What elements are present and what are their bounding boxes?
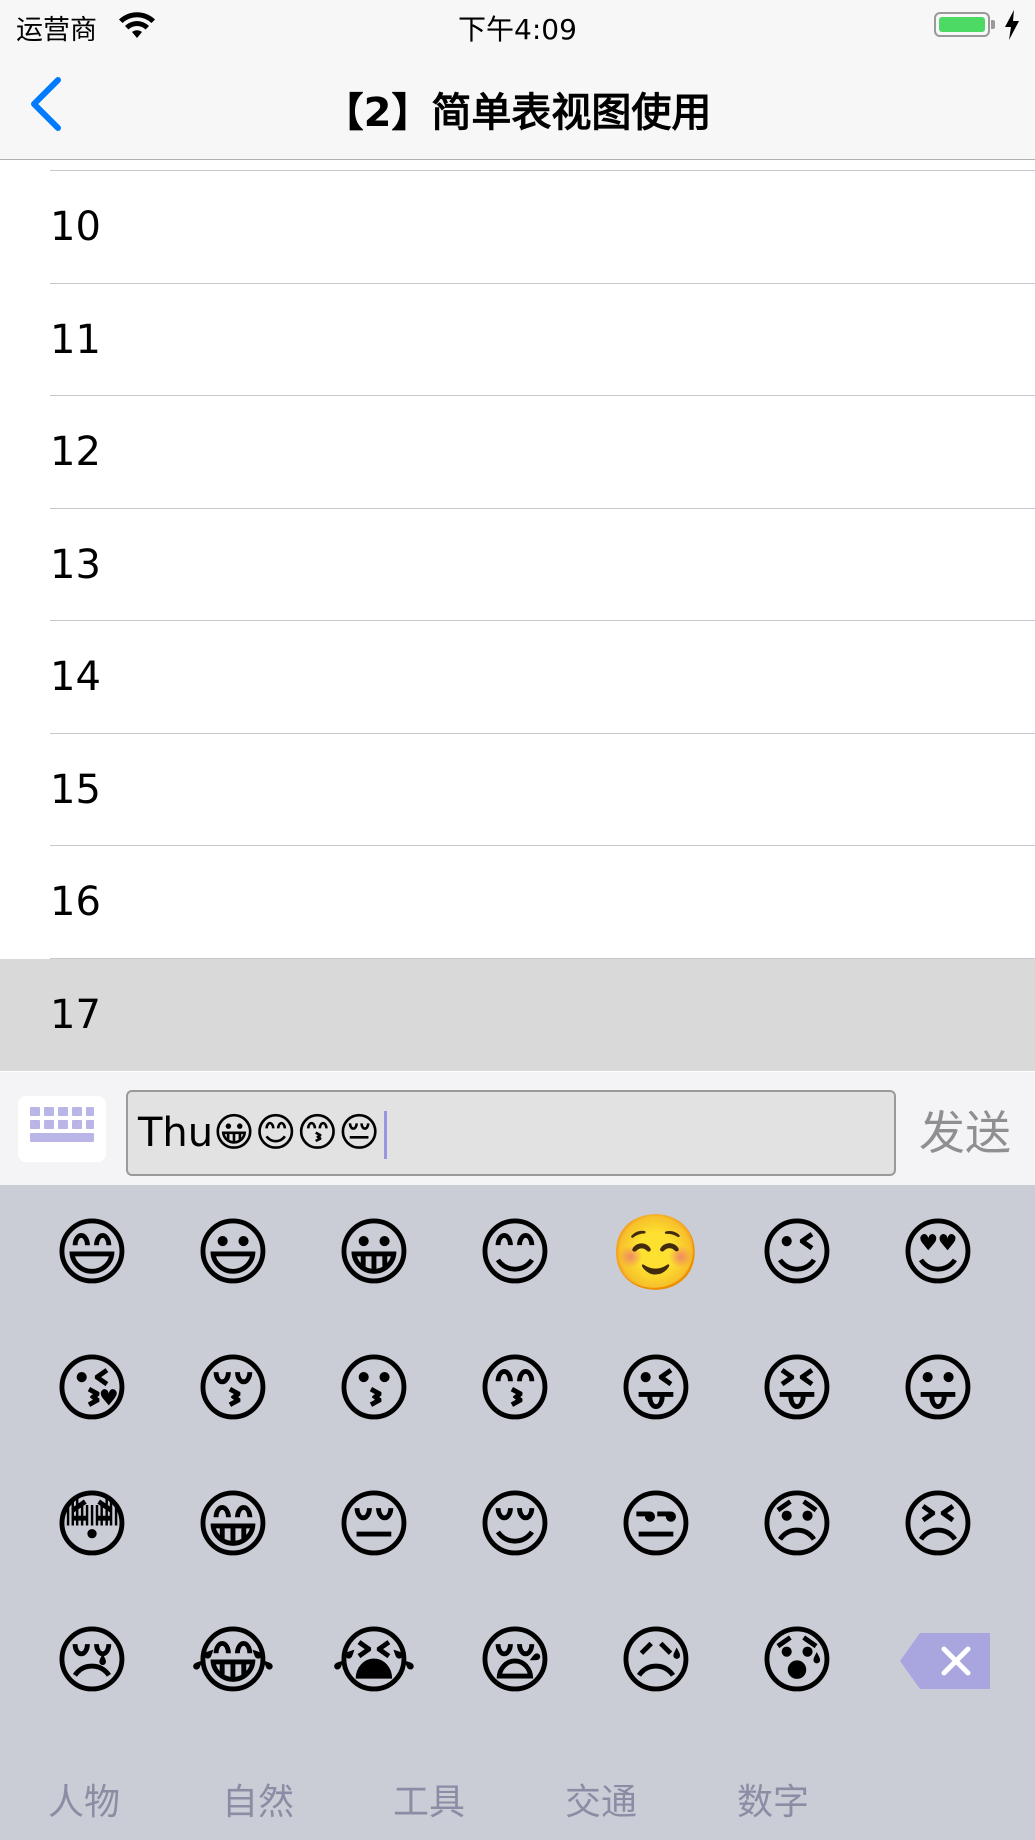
emoji-key[interactable]: 😉 (737, 1193, 857, 1313)
row-label: 10 (50, 204, 101, 250)
emoji-key[interactable]: 😒 (596, 1465, 716, 1585)
emoji-row: 😢 😂 😭 😪 😥 😰 (0, 1601, 1035, 1737)
emoji-key[interactable]: 😀 (314, 1193, 434, 1313)
row-label: 13 (50, 541, 101, 588)
battery-icon (934, 12, 995, 37)
emoji-key[interactable]: 😰 (737, 1601, 857, 1721)
emoji-key[interactable]: 😃 (173, 1193, 293, 1313)
table-row[interactable]: 12 (0, 396, 1035, 509)
emoji-key[interactable]: 😌 (455, 1465, 575, 1585)
page-title: 【2】简单表视图使用 (323, 90, 712, 136)
tab-tools[interactable]: 工具 (393, 1773, 465, 1825)
table-row-partial (0, 160, 1035, 171)
emoji-category-tabs: 人物 自然 工具 交通 数字 (0, 1773, 1035, 1833)
backspace-icon[interactable] (900, 1633, 990, 1689)
emoji-key[interactable]: 😞 (737, 1465, 857, 1585)
table-row[interactable]: 15 (0, 734, 1035, 846)
tab-numbers[interactable]: 数字 (737, 1773, 809, 1825)
send-button[interactable]: 发送 (910, 1090, 1020, 1176)
table-row[interactable]: 16 (0, 846, 1035, 959)
emoji-key[interactable]: 😔 (314, 1465, 434, 1585)
row-label: 12 (50, 429, 101, 475)
emoji-key[interactable]: 😥 (596, 1601, 716, 1721)
emoji-key[interactable]: 😗 (314, 1329, 434, 1449)
emoji-key[interactable]: 😛 (878, 1329, 998, 1449)
charging-bolt-icon (1005, 10, 1019, 40)
emoji-key[interactable]: ☺️ (596, 1193, 716, 1313)
row-label: 14 (50, 654, 101, 700)
table-row[interactable]: 14 (0, 621, 1035, 734)
emoji-key[interactable]: 😚 (173, 1329, 293, 1449)
message-input-text: Thu😀😊😙😔 (138, 1110, 380, 1156)
table-row-selected[interactable]: 17 (0, 958, 1035, 1071)
emoji-key[interactable]: 😘 (32, 1329, 152, 1449)
text-caret (383, 1111, 387, 1159)
navigation-bar: 【2】简单表视图使用 (0, 50, 1035, 160)
row-label: 16 (50, 879, 101, 925)
emoji-key[interactable]: 😙 (455, 1329, 575, 1449)
keyboard-icon (30, 1107, 94, 1142)
row-label: 11 (50, 316, 101, 363)
table-row[interactable]: 13 (0, 509, 1035, 621)
emoji-key[interactable]: 😜 (596, 1329, 716, 1449)
tab-nature[interactable]: 自然 (222, 1773, 294, 1825)
emoji-row: 😘 😚 😗 😙 😜 😝 😛 (0, 1329, 1035, 1465)
emoji-key[interactable]: 😂 (173, 1601, 293, 1721)
row-label: 17 (50, 991, 101, 1038)
emoji-row: 😄 😃 😀 😊 ☺️ 😉 😍 (0, 1193, 1035, 1329)
status-time: 下午4:09 (458, 13, 577, 46)
tab-people[interactable]: 人物 (48, 1773, 120, 1825)
input-bar: Thu😀😊😙😔 发送 (0, 1072, 1035, 1185)
emoji-key[interactable]: 😣 (878, 1465, 998, 1585)
emoji-key[interactable]: 😊 (455, 1193, 575, 1313)
emoji-key[interactable]: 😳 (32, 1465, 152, 1585)
emoji-keyboard: 😄 😃 😀 😊 ☺️ 😉 😍 😘 😚 😗 😙 😜 😝 😛 😳 😁 😔 😌 😒 😞 😣 😢 😂 😭 😪 😥 😰 人物 自然 工具 交通… (0, 1185, 1035, 1840)
table-view[interactable]: 10 11 12 13 14 15 16 17 (0, 160, 1035, 1072)
row-label: 15 (50, 766, 101, 813)
status-bar: 运营商 下午4:09 (0, 0, 1035, 50)
tab-transport[interactable]: 交通 (565, 1773, 637, 1825)
emoji-key[interactable]: 😪 (455, 1601, 575, 1721)
table-row[interactable]: 11 (0, 284, 1035, 396)
emoji-row: 😳 😁 😔 😌 😒 😞 😣 (0, 1465, 1035, 1601)
table-row[interactable]: 10 (0, 171, 1035, 284)
emoji-key[interactable]: 😢 (32, 1601, 152, 1721)
emoji-key[interactable]: 😭 (314, 1601, 434, 1721)
message-input[interactable]: Thu😀😊😙😔 (126, 1090, 896, 1176)
emoji-key[interactable]: 😝 (737, 1329, 857, 1449)
emoji-key[interactable]: 😍 (878, 1193, 998, 1313)
emoji-key[interactable]: 😁 (173, 1465, 293, 1585)
emoji-key[interactable]: 😄 (32, 1193, 152, 1313)
keyboard-toggle-button[interactable] (18, 1096, 106, 1162)
